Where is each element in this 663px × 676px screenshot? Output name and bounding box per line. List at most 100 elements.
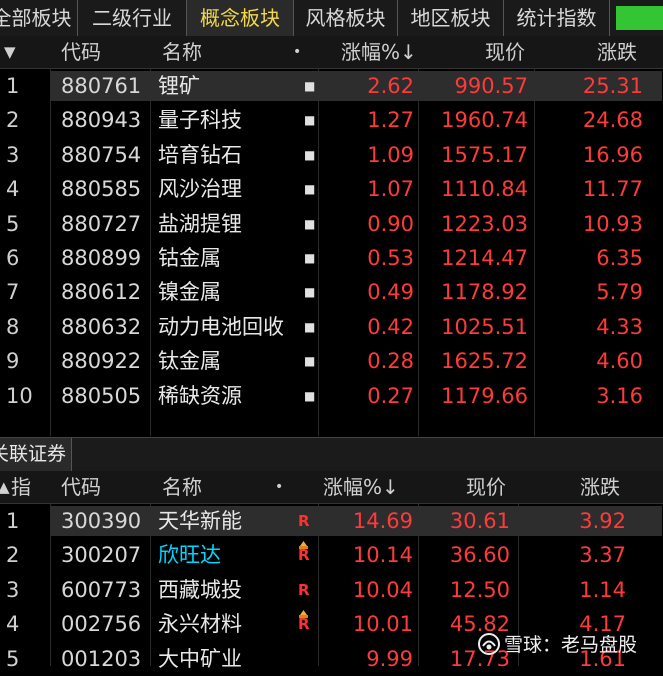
sector-name: 钴金属 (158, 246, 221, 270)
row-index: 4 (6, 612, 20, 637)
table-row[interactable]: 2 300207 欣旺达 R 10.14 36.60 3.37 (0, 538, 663, 572)
sector-name: 培育钻石 (158, 142, 242, 167)
pct-change: 9.99 (366, 646, 413, 671)
current-price: 36.60 (449, 543, 510, 568)
sector-code: 880505 (61, 383, 142, 408)
pct-change: 14.69 (352, 509, 413, 533)
stock-name: 西藏城投 (158, 577, 242, 602)
col-header-pct-label: 涨幅% (341, 40, 401, 64)
stock-code: 300207 (61, 543, 142, 568)
current-price: 1960.74 (441, 108, 528, 133)
stock-name: 永兴材料 (158, 612, 242, 637)
pct-change: 0.42 (367, 314, 414, 339)
stock-code: 300390 (61, 509, 142, 533)
col-header-code[interactable]: 代码 (61, 471, 101, 503)
stock-name: 大中矿业 (158, 646, 242, 671)
col-header-code[interactable]: 代码 (61, 36, 101, 68)
current-price: 1025.51 (441, 314, 528, 339)
tab-concept-sectors[interactable]: 概念板块 (187, 0, 294, 36)
stock-table-header: ▲ 指 代码 名称 • 涨幅%↓ 现价 涨跌 (0, 471, 663, 504)
table-row[interactable]: 1 880761 锂矿 ■ 2.62 990.57 25.31 (0, 69, 663, 103)
row-index: 4 (6, 177, 20, 202)
row-index: 10 (6, 383, 33, 408)
col-header-index[interactable]: 指 (11, 471, 31, 503)
tab-secondary-industry[interactable]: 二级行业 (78, 0, 187, 36)
table-row[interactable]: 10 880505 稀缺资源 ■ 0.27 1179.66 3.16 (0, 379, 663, 413)
stock-code: 002756 (61, 612, 142, 637)
sector-code: 880754 (61, 142, 142, 167)
pct-change: 0.28 (367, 349, 414, 374)
sector-code: 880632 (61, 314, 142, 339)
tab-all-sectors[interactable]: 全部板块 (0, 0, 78, 36)
current-price: 1575.17 (441, 142, 528, 167)
bullet-marker: ■ (304, 251, 316, 265)
row-index: 1 (6, 74, 20, 98)
row-index: 6 (6, 246, 20, 270)
bullet-marker: ■ (304, 216, 316, 231)
table-row[interactable]: 4 880585 风沙治理 ■ 1.07 1110.84 11.77 (0, 172, 663, 206)
bullet-marker: ■ (304, 113, 316, 128)
pct-change: 10.14 (352, 543, 413, 568)
pct-change: 0.49 (367, 280, 414, 305)
bullet-marker: ■ (304, 79, 316, 93)
menu-up-icon[interactable]: ▲ (0, 471, 10, 503)
snowball-logo-icon (478, 633, 500, 655)
row-index: 7 (6, 280, 20, 305)
table-row[interactable]: 2 880943 量子科技 ■ 1.27 1960.74 24.68 (0, 103, 663, 137)
price-change: 4.60 (596, 349, 643, 374)
table-row[interactable]: 8 880632 动力电池回收 ■ 0.42 1025.51 4.33 (0, 310, 663, 344)
table-row[interactable]: 3 880754 培育钻石 ■ 1.09 1575.17 16.96 (0, 138, 663, 172)
margin-r-label: R (298, 615, 310, 634)
price-change: 25.31 (582, 74, 643, 98)
table-row[interactable]: 1 300390 天华新能 R 14.69 30.61 3.92 (0, 504, 663, 538)
tab-related-securities[interactable]: 关联证券 (0, 438, 72, 471)
tab-region-sectors[interactable]: 地区板块 (398, 0, 504, 36)
table-row[interactable]: 7 880612 镍金属 ■ 0.49 1178.92 5.79 (0, 275, 663, 309)
watermark-text: 雪球：老马盘股 (504, 634, 638, 656)
block-tab-bar: 全部板块 二级行业 概念板块 风格板块 地区板块 统计指数 (0, 0, 663, 37)
stock-code: 600773 (61, 577, 142, 602)
green-tab-indicator[interactable] (616, 6, 663, 30)
table-row[interactable]: 5 880727 盐湖提锂 ■ 0.90 1223.03 10.93 (0, 207, 663, 241)
col-header-name[interactable]: 名称 (162, 36, 202, 68)
row-index: 2 (6, 108, 20, 133)
current-price: 1223.03 (441, 211, 528, 236)
table-row[interactable]: 3 600773 西藏城投 R 10.04 12.50 1.14 (0, 573, 663, 607)
sector-name: 稀缺资源 (158, 383, 242, 408)
menu-down-icon[interactable]: ▼ (4, 36, 16, 68)
stock-code: 001203 (61, 646, 142, 671)
col-header-price[interactable]: 现价 (485, 36, 525, 68)
current-price: 1110.84 (441, 177, 528, 202)
price-change: 3.92 (579, 509, 626, 533)
bullet-marker: ■ (304, 285, 316, 300)
col-header-name[interactable]: 名称 (162, 471, 202, 503)
row-index: 3 (6, 577, 20, 602)
margin-trading-marker: R (297, 573, 311, 607)
tab-statistics-index[interactable]: 统计指数 (504, 0, 610, 36)
row-index: 8 (6, 314, 20, 339)
current-price: 30.61 (449, 509, 510, 533)
price-change: 4.33 (596, 314, 643, 339)
tab-related-securities-label: 关联证券 (0, 443, 67, 465)
col-header-change[interactable]: 涨跌 (597, 36, 637, 68)
stock-name: 天华新能 (158, 509, 242, 533)
col-header-change[interactable]: 涨跌 (580, 471, 620, 503)
sector-code: 880727 (61, 211, 142, 236)
tab-style-sectors[interactable]: 风格板块 (294, 0, 398, 36)
table-row[interactable]: 9 880922 钛金属 ■ 0.28 1625.72 4.60 (0, 344, 663, 378)
bullet-marker: ■ (304, 147, 316, 162)
row-index: 1 (6, 509, 20, 533)
bullet-marker: ■ (304, 182, 316, 197)
pct-change: 1.07 (367, 177, 414, 202)
pct-change: 2.62 (367, 74, 414, 98)
col-header-pct[interactable]: 涨幅%↓ (341, 36, 417, 68)
col-header-pct[interactable]: 涨幅%↓ (323, 471, 399, 503)
current-price: 1214.47 (441, 246, 528, 270)
row-index: 3 (6, 142, 20, 167)
table-row[interactable]: 6 880899 钴金属 ■ 0.53 1214.47 6.35 (0, 241, 663, 275)
col-header-price[interactable]: 现价 (466, 471, 506, 503)
price-change: 1.14 (579, 577, 626, 602)
price-change: 24.68 (582, 108, 643, 133)
margin-trading-marker: R (297, 538, 311, 572)
price-change: 3.37 (579, 543, 626, 568)
